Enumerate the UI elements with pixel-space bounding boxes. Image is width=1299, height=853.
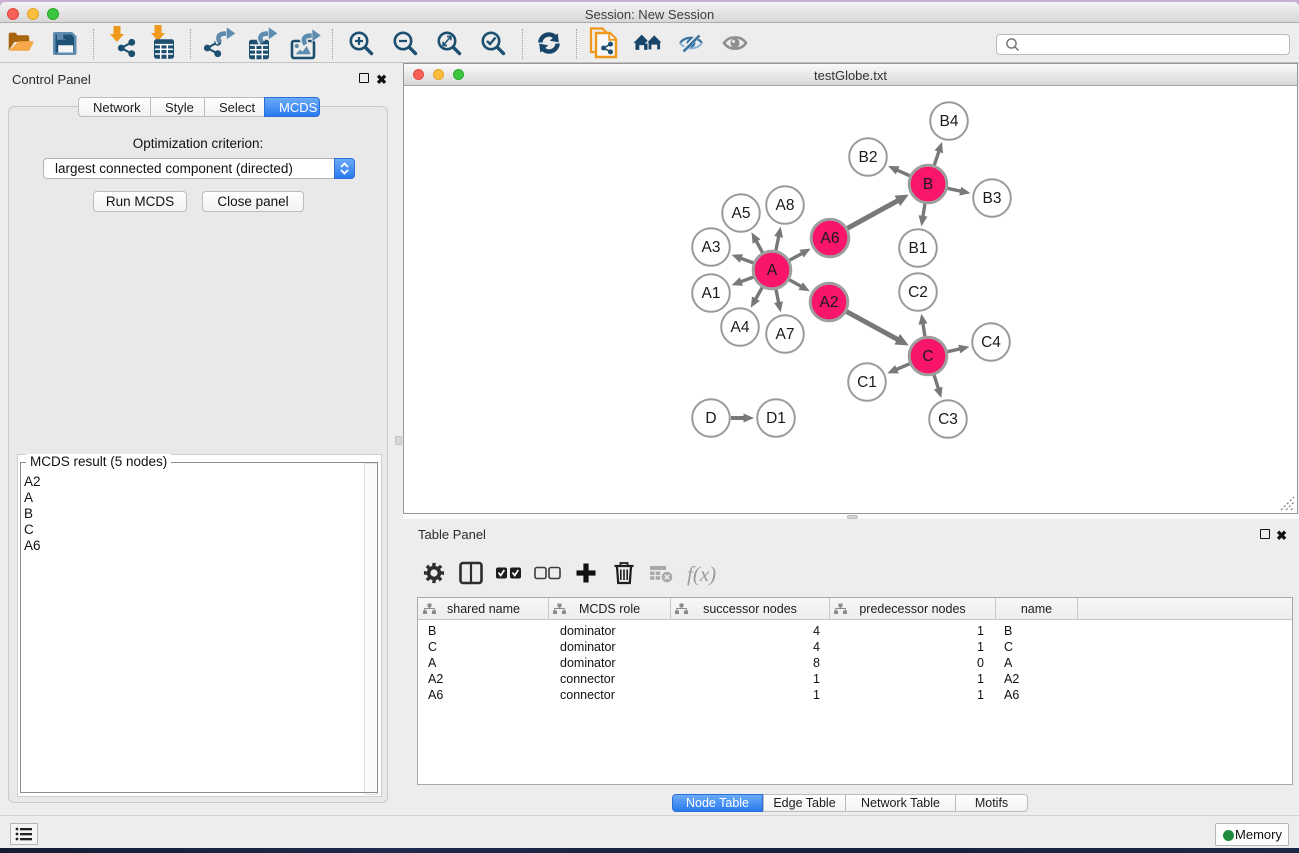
svg-text:A6: A6 [821, 230, 840, 247]
svg-text:D: D [705, 410, 716, 427]
svg-text:B2: B2 [859, 149, 878, 166]
svg-text:A5: A5 [732, 205, 751, 222]
svg-text:A3: A3 [702, 239, 721, 256]
svg-text:A1: A1 [702, 285, 721, 302]
svg-text:D1: D1 [766, 410, 786, 427]
svg-text:f(x): f(x) [687, 562, 716, 586]
svg-text:B3: B3 [983, 190, 1002, 207]
svg-text:A: A [767, 262, 778, 279]
svg-text:B: B [923, 176, 933, 193]
svg-text:C: C [922, 348, 933, 365]
svg-text:B1: B1 [909, 240, 928, 257]
svg-text:C4: C4 [981, 334, 1001, 351]
svg-text:C2: C2 [908, 284, 928, 301]
svg-text:A7: A7 [776, 326, 795, 343]
svg-text:B4: B4 [940, 113, 959, 130]
svg-text:A8: A8 [776, 197, 795, 214]
svg-text:A2: A2 [820, 294, 839, 311]
svg-text:C3: C3 [938, 411, 958, 428]
svg-text:A4: A4 [731, 319, 750, 336]
svg-text:C1: C1 [857, 374, 877, 391]
